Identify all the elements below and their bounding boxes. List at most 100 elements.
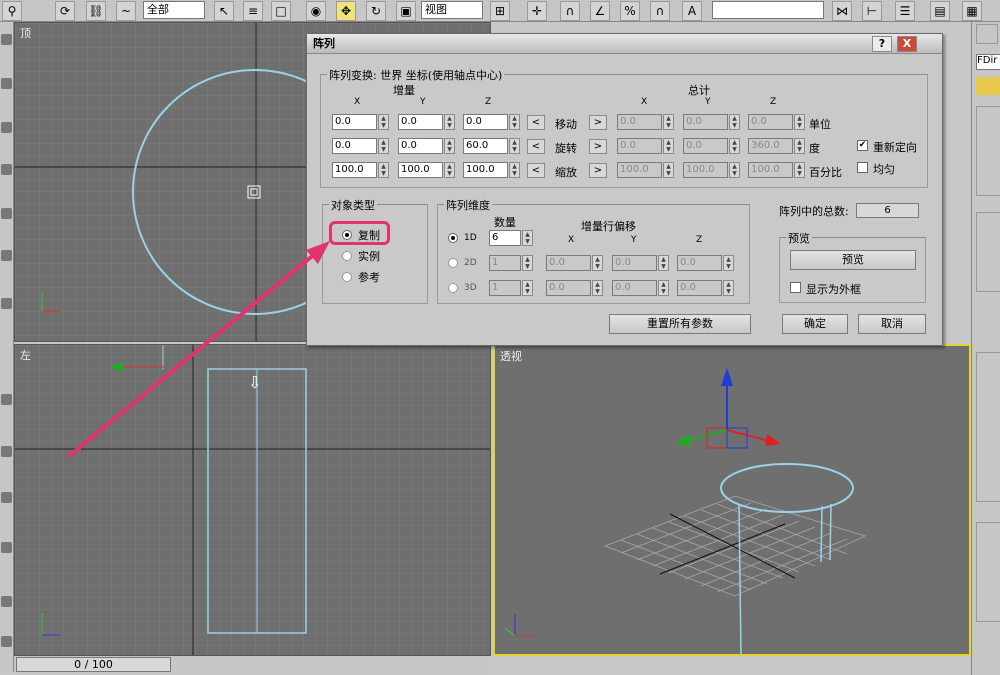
- spinner-arrows-icon[interactable]: ▲ ▼: [444, 138, 455, 154]
- reference-radio[interactable]: [342, 272, 352, 282]
- count-1d[interactable]: 6 ▲ ▼: [489, 230, 547, 246]
- rotate-total-y[interactable]: 0.0 ▲ ▼: [683, 138, 741, 154]
- edit-named-sel-icon[interactable]: A: [682, 1, 702, 21]
- move-right-arrow-button[interactable]: >: [589, 115, 607, 130]
- spinner-arrows-icon[interactable]: ▲ ▼: [658, 255, 669, 271]
- spinner-arrows-icon[interactable]: ▲ ▼: [663, 138, 674, 154]
- spinner-arrows-icon[interactable]: ▲ ▼: [509, 138, 520, 154]
- spinner-arrows-icon[interactable]: ▲ ▼: [658, 280, 669, 296]
- spinner-snap-icon[interactable]: ∩: [650, 1, 670, 21]
- spinner-arrows-icon[interactable]: ▲ ▼: [663, 162, 674, 178]
- scale-right-arrow-button[interactable]: >: [589, 163, 607, 178]
- uniform-checkbox[interactable]: [857, 162, 868, 173]
- manipulate-icon[interactable]: ✛: [527, 1, 547, 21]
- preview-button[interactable]: 预览: [790, 250, 916, 270]
- tool-icon[interactable]: [1, 208, 12, 219]
- offset-2d-y[interactable]: 0.0 ▲ ▼: [612, 255, 670, 271]
- angle-snap-icon[interactable]: ∠: [590, 1, 610, 21]
- scale-total-z[interactable]: 100.0 ▲ ▼: [748, 162, 806, 178]
- spinner-arrows-icon[interactable]: ▲ ▼: [509, 162, 520, 178]
- close-button[interactable]: X: [897, 36, 917, 52]
- spinner-arrows-icon[interactable]: ▲ ▼: [723, 255, 734, 271]
- rotate-incr-z[interactable]: 60.0 ▲ ▼: [463, 138, 521, 154]
- move-total-z[interactable]: 0.0 ▲ ▼: [748, 114, 806, 130]
- move-icon[interactable]: ✥: [336, 1, 356, 21]
- dim-1d-radio[interactable]: [448, 233, 458, 243]
- window-crossing-icon[interactable]: ◉: [306, 1, 326, 21]
- tool-icon[interactable]: [1, 394, 12, 405]
- spinner-arrows-icon[interactable]: ▲ ▼: [522, 230, 533, 246]
- move-incr-x[interactable]: 0.0 ▲ ▼: [332, 114, 390, 130]
- dim-3d-radio[interactable]: [448, 283, 458, 293]
- panel-tab[interactable]: [976, 77, 1000, 95]
- snap-icon[interactable]: ∩: [560, 1, 580, 21]
- spinner-arrows-icon[interactable]: ▲ ▼: [794, 138, 805, 154]
- instance-radio[interactable]: [342, 251, 352, 261]
- spinner-arrows-icon[interactable]: ▲ ▼: [522, 280, 533, 296]
- move-total-y[interactable]: 0.0 ▲ ▼: [683, 114, 741, 130]
- scale-incr-x[interactable]: 100.0 ▲ ▼: [332, 162, 390, 178]
- scale-left-arrow-button[interactable]: <: [527, 163, 545, 178]
- tool-icon[interactable]: [1, 298, 12, 309]
- reset-all-button[interactable]: 重置所有参数: [609, 314, 751, 334]
- rotate-incr-x[interactable]: 0.0 ▲ ▼: [332, 138, 390, 154]
- scale-incr-z[interactable]: 100.0 ▲ ▼: [463, 162, 521, 178]
- offset-2d-z[interactable]: 0.0 ▲ ▼: [677, 255, 735, 271]
- tool-icon[interactable]: [1, 164, 12, 175]
- scale-incr-y[interactable]: 100.0 ▲ ▼: [398, 162, 456, 178]
- bind-icon[interactable]: ~: [116, 1, 136, 21]
- scale-total-x[interactable]: 100.0 ▲ ▼: [617, 162, 675, 178]
- spinner-arrows-icon[interactable]: ▲ ▼: [444, 114, 455, 130]
- spinner-arrows-icon[interactable]: ▲ ▼: [378, 114, 389, 130]
- select-link-icon[interactable]: ⟳: [55, 1, 75, 21]
- time-slider[interactable]: 0 / 100: [16, 657, 171, 672]
- cancel-button[interactable]: 取消: [858, 314, 926, 334]
- rotate-total-z[interactable]: 360.0 ▲ ▼: [748, 138, 806, 154]
- rotate-right-arrow-button[interactable]: >: [589, 139, 607, 154]
- help-button[interactable]: ?: [872, 36, 892, 52]
- spinner-arrows-icon[interactable]: ▲ ▼: [378, 162, 389, 178]
- link-icon[interactable]: ⚲: [2, 1, 22, 21]
- percent-snap-icon[interactable]: %: [620, 1, 640, 21]
- align-icon[interactable]: ⊢: [862, 1, 882, 21]
- count-2d[interactable]: 1 ▲ ▼: [489, 255, 547, 271]
- tool-icon[interactable]: [1, 542, 12, 553]
- unlink-icon[interactable]: ⛓: [86, 1, 106, 21]
- move-left-arrow-button[interactable]: <: [527, 115, 545, 130]
- offset-3d-z[interactable]: 0.0 ▲ ▼: [677, 280, 735, 296]
- spinner-arrows-icon[interactable]: ▲ ▼: [592, 255, 603, 271]
- spinner-arrows-icon[interactable]: ▲ ▼: [723, 280, 734, 296]
- schematic-icon[interactable]: ▦: [962, 1, 982, 21]
- rotate-total-x[interactable]: 0.0 ▲ ▼: [617, 138, 675, 154]
- object-name-field[interactable]: FDir: [976, 54, 1000, 70]
- tool-icon[interactable]: [1, 492, 12, 503]
- spinner-arrows-icon[interactable]: ▲ ▼: [509, 114, 520, 130]
- tool-icon[interactable]: [1, 122, 12, 133]
- rotate-incr-y[interactable]: 0.0 ▲ ▼: [398, 138, 456, 154]
- rotate-left-arrow-button[interactable]: <: [527, 139, 545, 154]
- reorient-checkbox[interactable]: ✔: [857, 140, 868, 151]
- named-selection-dropdown[interactable]: [712, 1, 824, 19]
- spinner-arrows-icon[interactable]: ▲ ▼: [378, 138, 389, 154]
- mirror-icon[interactable]: ⋈: [832, 1, 852, 21]
- select-icon[interactable]: ↖: [214, 1, 234, 21]
- select-by-name-icon[interactable]: ≡: [243, 1, 263, 21]
- pivot-icon[interactable]: ⊞: [490, 1, 510, 21]
- spinner-arrows-icon[interactable]: ▲ ▼: [444, 162, 455, 178]
- viewport-perspective[interactable]: 透视: [493, 344, 971, 656]
- ok-button[interactable]: 确定: [782, 314, 848, 334]
- count-3d[interactable]: 1 ▲ ▼: [489, 280, 547, 296]
- scale-total-y[interactable]: 100.0 ▲ ▼: [683, 162, 741, 178]
- spinner-arrows-icon[interactable]: ▲ ▼: [794, 162, 805, 178]
- move-total-x[interactable]: 0.0 ▲ ▼: [617, 114, 675, 130]
- spinner-arrows-icon[interactable]: ▲ ▼: [729, 162, 740, 178]
- cursor-icon[interactable]: [976, 24, 998, 44]
- spinner-arrows-icon[interactable]: ▲ ▼: [729, 138, 740, 154]
- spinner-arrows-icon[interactable]: ▲ ▼: [522, 255, 533, 271]
- offset-3d-x[interactable]: 0.0 ▲ ▼: [546, 280, 604, 296]
- tool-icon[interactable]: [1, 78, 12, 89]
- scale-icon[interactable]: ▣: [396, 1, 416, 21]
- tool-icon[interactable]: [1, 596, 12, 607]
- move-incr-y[interactable]: 0.0 ▲ ▼: [398, 114, 456, 130]
- selection-filter-dropdown[interactable]: 全部: [143, 1, 205, 19]
